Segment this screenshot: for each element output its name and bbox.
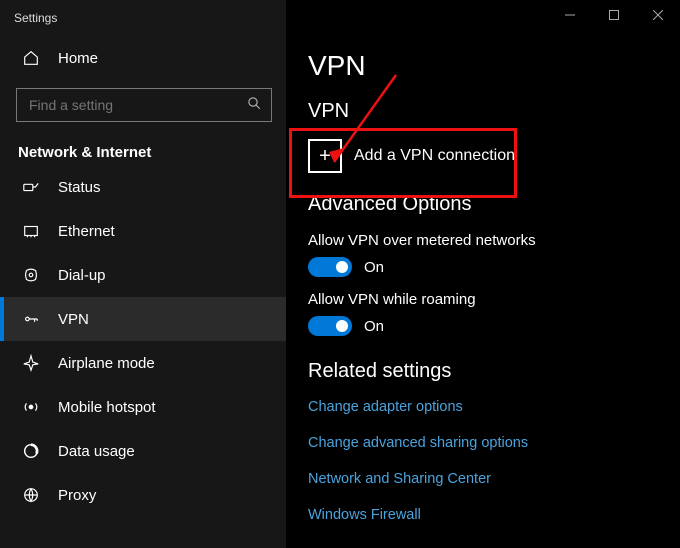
- sidebar: Settings Home Network & Internet Status …: [0, 0, 286, 548]
- sidebar-item-hotspot[interactable]: Mobile hotspot: [0, 385, 286, 429]
- close-button[interactable]: [636, 0, 680, 30]
- sidebar-item-status[interactable]: Status: [0, 165, 286, 209]
- main-content: VPN VPN + Add a VPN connection Advanced …: [286, 0, 680, 548]
- page-title: VPN: [308, 50, 680, 82]
- sidebar-item-label: Proxy: [58, 487, 96, 504]
- sidebar-item-dialup[interactable]: Dial-up: [0, 253, 286, 297]
- home-icon: [22, 49, 40, 67]
- ethernet-icon: [22, 222, 40, 240]
- sidebar-item-label: VPN: [58, 311, 89, 328]
- option-roaming: Allow VPN while roaming On: [308, 291, 680, 336]
- search-container: [0, 80, 286, 122]
- sidebar-item-datausage[interactable]: Data usage: [0, 429, 286, 473]
- sidebar-item-airplane[interactable]: Airplane mode: [0, 341, 286, 385]
- home-nav[interactable]: Home: [0, 36, 286, 80]
- option-roaming-label: Allow VPN while roaming: [308, 291, 680, 308]
- link-sharing[interactable]: Change advanced sharing options: [308, 435, 680, 451]
- link-firewall[interactable]: Windows Firewall: [308, 507, 680, 523]
- sidebar-item-label: Mobile hotspot: [58, 399, 156, 416]
- sidebar-item-label: Data usage: [58, 443, 135, 460]
- airplane-icon: [22, 354, 40, 372]
- link-adapter[interactable]: Change adapter options: [308, 399, 680, 415]
- home-label: Home: [58, 50, 98, 67]
- sidebar-item-label: Airplane mode: [58, 355, 155, 372]
- maximize-button[interactable]: [592, 0, 636, 30]
- dialup-icon: [22, 266, 40, 284]
- toggle-roaming[interactable]: [308, 316, 352, 336]
- datausage-icon: [22, 442, 40, 460]
- sidebar-item-proxy[interactable]: Proxy: [0, 473, 286, 517]
- sidebar-item-ethernet[interactable]: Ethernet: [0, 209, 286, 253]
- section-related: Related settings: [308, 360, 680, 383]
- proxy-icon: [22, 486, 40, 504]
- vpn-icon: [22, 310, 40, 328]
- sidebar-item-label: Ethernet: [58, 223, 115, 240]
- hotspot-icon: [22, 398, 40, 416]
- add-vpn-button[interactable]: + Add a VPN connection: [308, 139, 545, 173]
- search-input[interactable]: [16, 88, 272, 122]
- plus-icon: +: [308, 139, 342, 173]
- link-nsc[interactable]: Network and Sharing Center: [308, 471, 680, 487]
- section-advanced: Advanced Options: [308, 193, 680, 216]
- minimize-button[interactable]: [548, 0, 592, 30]
- option-metered-label: Allow VPN over metered networks: [308, 232, 680, 249]
- status-icon: [22, 178, 40, 196]
- sidebar-item-vpn[interactable]: VPN: [0, 297, 286, 341]
- sidebar-item-label: Dial-up: [58, 267, 106, 284]
- toggle-metered[interactable]: [308, 257, 352, 277]
- toggle-roaming-state: On: [364, 318, 384, 335]
- category-title: Network & Internet: [0, 122, 286, 165]
- section-vpn: VPN: [308, 100, 680, 123]
- window-title: Settings: [0, 0, 286, 36]
- add-vpn-label: Add a VPN connection: [354, 147, 515, 165]
- toggle-metered-state: On: [364, 259, 384, 276]
- window-controls: [548, 0, 680, 30]
- option-metered: Allow VPN over metered networks On: [308, 232, 680, 277]
- sidebar-item-label: Status: [58, 179, 101, 196]
- search-icon: [247, 96, 262, 111]
